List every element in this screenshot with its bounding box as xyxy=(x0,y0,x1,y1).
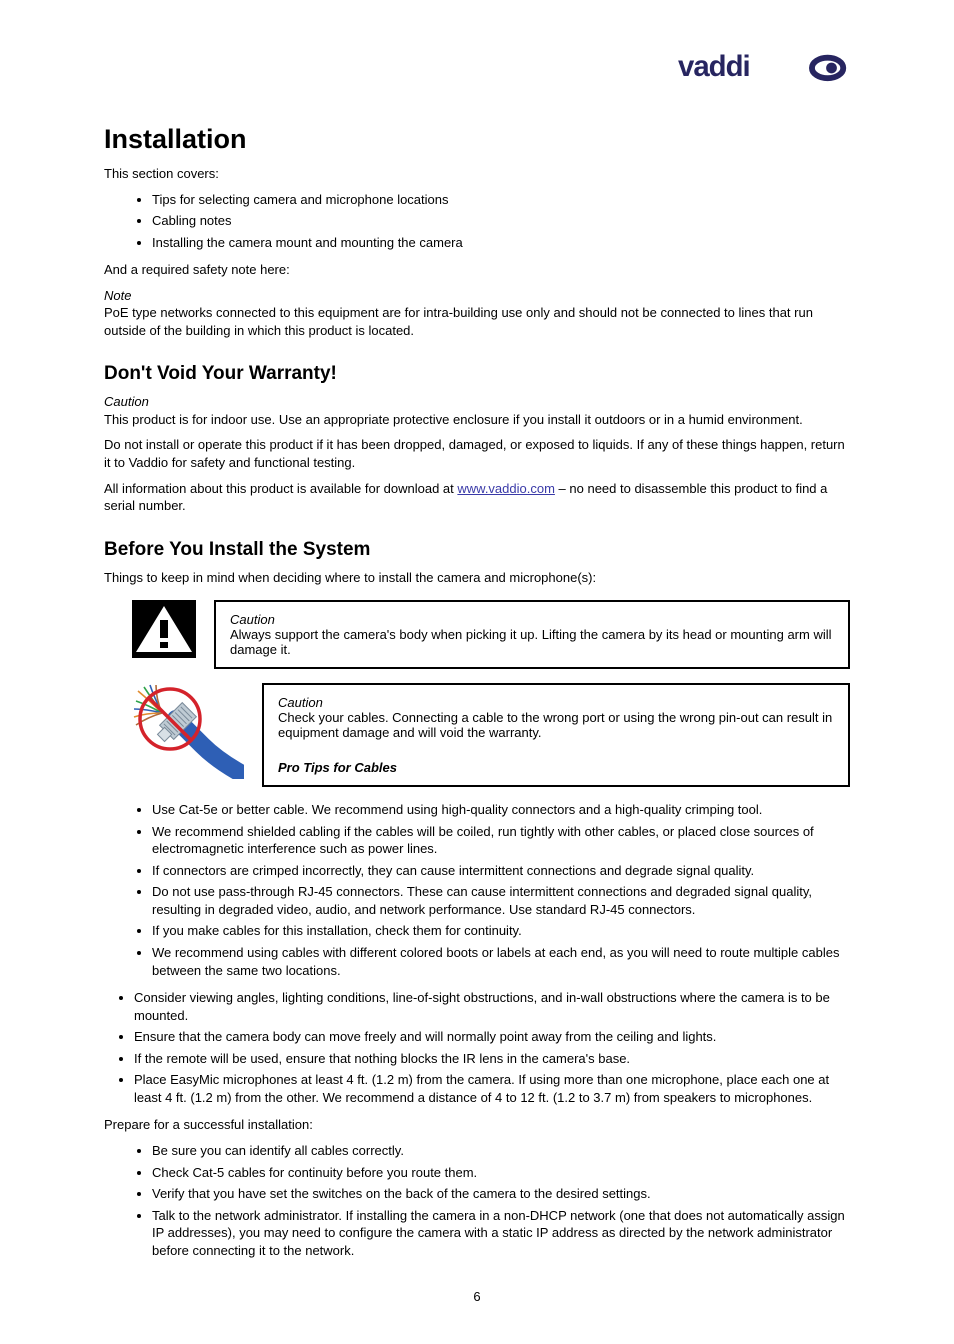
pro-tips-label: Pro Tips for Cables xyxy=(278,760,397,775)
caution-text: Check your cables. Connecting a cable to… xyxy=(278,710,832,740)
list-item: We recommend using cables with different… xyxy=(152,944,850,979)
vaddio-link[interactable]: www.vaddio.com xyxy=(457,481,555,496)
list-item: If the remote will be used, ensure that … xyxy=(134,1050,850,1068)
caution-text: This product is for indoor use. Use an a… xyxy=(104,412,803,427)
dont-void-paragraph-2: All information about this product is av… xyxy=(104,480,850,515)
list-item: Consider viewing angles, lighting condit… xyxy=(134,989,850,1024)
location-bullet-list: Consider viewing angles, lighting condit… xyxy=(134,989,850,1106)
list-item: Check Cat-5 cables for continuity before… xyxy=(152,1164,850,1182)
note-label: Note xyxy=(104,288,131,303)
list-item: Cabling notes xyxy=(152,212,850,230)
caution-callout-3: Caution Check your cables. Connecting a … xyxy=(132,683,850,787)
heading-installation: Installation xyxy=(104,124,850,155)
list-item: Place EasyMic microphones at least 4 ft.… xyxy=(134,1071,850,1106)
caution-1: Caution This product is for indoor use. … xyxy=(104,393,850,428)
caution-label: Caution xyxy=(104,394,149,409)
caution-label: Caution xyxy=(278,695,323,710)
intro-bullet-list: Tips for selecting camera and microphone… xyxy=(152,191,850,252)
svg-text:vaddi: vaddi xyxy=(678,50,750,83)
caution-label: Caution xyxy=(230,612,275,627)
before-install-paragraph: Things to keep in mind when deciding whe… xyxy=(104,569,850,587)
list-item: If connectors are crimped incorrectly, t… xyxy=(152,862,850,880)
prepare-paragraph: Prepare for a successful installation: xyxy=(104,1116,850,1134)
list-item: Ensure that the camera body can move fre… xyxy=(134,1028,850,1046)
heading-before-install: Before You Install the System xyxy=(104,539,850,561)
list-item: Use Cat-5e or better cable. We recommend… xyxy=(152,801,850,819)
list-item: Be sure you can identify all cables corr… xyxy=(152,1142,850,1160)
list-item: If you make cables for this installation… xyxy=(152,922,850,940)
list-item: Tips for selecting camera and microphone… xyxy=(152,191,850,209)
heading-dont-void: Don't Void Your Warranty! xyxy=(104,363,850,385)
note-text: PoE type networks connected to this equi… xyxy=(104,305,813,338)
pro-tips-bullet-list: Use Cat-5e or better cable. We recommend… xyxy=(152,801,850,979)
list-item: Talk to the network administrator. If in… xyxy=(152,1207,850,1260)
note-block: Note PoE type networks connected to this… xyxy=(104,287,850,340)
caution-callout-2: Caution Always support the camera's body… xyxy=(132,600,850,669)
prepare-bullet-list: Be sure you can identify all cables corr… xyxy=(152,1142,850,1259)
intro-paragraph-2: And a required safety note here: xyxy=(104,261,850,279)
list-item: Installing the camera mount and mounting… xyxy=(152,234,850,252)
list-item: We recommend shielded cabling if the cab… xyxy=(152,823,850,858)
bad-cable-icon xyxy=(132,683,244,779)
list-item: Verify that you have set the switches on… xyxy=(152,1185,850,1203)
caution-text: Always support the camera's body when pi… xyxy=(230,627,832,657)
warning-triangle-icon xyxy=(132,600,196,658)
dont-void-paragraph-1: Do not install or operate this product i… xyxy=(104,436,850,471)
page-number: 6 xyxy=(473,1289,480,1304)
list-item: Do not use pass-through RJ-45 connectors… xyxy=(152,883,850,918)
intro-paragraph-1: This section covers: xyxy=(104,165,850,183)
vaddio-logo: vaddi xyxy=(678,48,854,84)
